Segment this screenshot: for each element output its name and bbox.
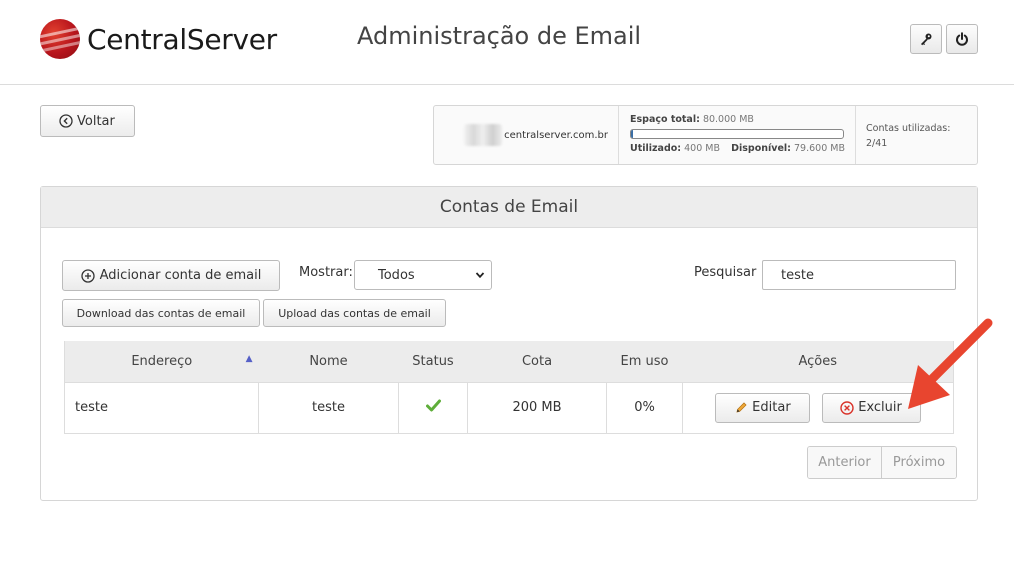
table-row: teste teste 200 MB 0% Editar Excluir — [64, 381, 954, 434]
usage-bar-fill — [631, 130, 633, 138]
used-value: 400 MB — [684, 143, 720, 154]
cell-address: teste — [64, 381, 259, 434]
edit-label: Editar — [752, 400, 791, 415]
used-space: Utilizado: 400 MB — [630, 143, 720, 154]
usage-summary: Utilizado: 400 MB Disponível: 79.600 MB — [630, 143, 845, 154]
chevron-down-icon — [475, 272, 485, 279]
free-value: 79.600 MB — [794, 143, 845, 154]
centralserver-logo[interactable]: CentralServer — [40, 19, 277, 59]
brand-name: CentralServer — [87, 22, 277, 56]
panel-title: Contas de Email — [41, 187, 977, 228]
key-icon — [921, 33, 932, 46]
accounts-used-value: 2/41 — [866, 138, 888, 149]
quota-space: Espaço total: 80.000 MB Utilizado: 400 M… — [619, 106, 856, 164]
sort-asc-icon: ▲ — [245, 354, 253, 364]
back-button[interactable]: Voltar — [40, 105, 135, 137]
page-title: Administração de Email — [357, 22, 642, 50]
cell-status — [398, 381, 468, 434]
chevron-left-circle-icon — [59, 114, 73, 128]
password-button[interactable] — [910, 24, 942, 54]
free-label: Disponível: — [731, 143, 791, 154]
accounts-used-label: Contas utilizadas: — [866, 123, 951, 134]
col-header-status[interactable]: Status — [398, 341, 468, 383]
col-header-usage[interactable]: Em uso — [606, 341, 683, 383]
back-label: Voltar — [77, 113, 115, 129]
accounts-table: Endereço ▲ Nome Status Cota Em uso Ações… — [64, 341, 954, 434]
domain-name: centralserver.com.br — [504, 129, 608, 141]
total-space-value: 80.000 MB — [702, 114, 754, 125]
col-header-actions: Ações — [682, 341, 954, 383]
email-accounts-panel: Contas de Email Adicionar conta de email… — [40, 186, 978, 501]
pencil-icon — [736, 402, 747, 413]
accounts-used: Contas utilizadas: 2/41 — [856, 106, 977, 164]
previous-page-button[interactable]: Anterior — [808, 447, 882, 478]
plus-circle-icon — [80, 268, 95, 283]
next-page-button[interactable]: Próximo — [882, 447, 956, 478]
quota-panel: centralserver.com.br Espaço total: 80.00… — [433, 105, 978, 165]
pagination: Anterior Próximo — [807, 446, 957, 479]
remove-circle-icon — [840, 400, 854, 415]
col-header-address[interactable]: Endereço ▲ — [64, 341, 259, 383]
quota-domain: centralserver.com.br — [434, 106, 619, 164]
search-input[interactable]: teste — [762, 260, 956, 290]
delete-label: Excluir — [858, 400, 902, 415]
download-accounts-button[interactable]: Download das contas de email — [62, 299, 260, 327]
cell-name: teste — [258, 381, 399, 434]
used-label: Utilizado: — [630, 143, 682, 154]
total-space-label: Espaço total: — [630, 114, 700, 125]
show-label: Mostrar: — [299, 265, 353, 280]
cell-quota: 200 MB — [467, 381, 607, 434]
logout-button[interactable] — [946, 24, 978, 54]
upload-accounts-button[interactable]: Upload das contas de email — [263, 299, 446, 327]
free-space: Disponível: 79.600 MB — [731, 143, 845, 154]
col-header-quota[interactable]: Cota — [467, 341, 607, 383]
redacted-blur — [464, 124, 503, 146]
usage-bar — [630, 129, 844, 139]
cell-usage: 0% — [606, 381, 683, 434]
add-account-button[interactable]: Adicionar conta de email — [62, 260, 280, 291]
show-filter-select[interactable]: Todos — [354, 260, 492, 290]
search-label: Pesquisar — [694, 265, 757, 280]
add-account-label: Adicionar conta de email — [99, 268, 262, 283]
search-value: teste — [781, 267, 814, 283]
page-header: CentralServer Administração de Email — [0, 0, 1014, 85]
col-address-label: Endereço — [131, 353, 193, 369]
delete-button[interactable]: Excluir — [821, 392, 921, 423]
show-filter-value: Todos — [378, 267, 415, 283]
cell-actions: Editar Excluir — [682, 381, 954, 434]
check-icon — [425, 399, 441, 412]
total-space: Espaço total: 80.000 MB — [630, 114, 845, 125]
col-header-name[interactable]: Nome — [258, 341, 399, 383]
power-icon — [956, 32, 968, 46]
table-header-row: Endereço ▲ Nome Status Cota Em uso Ações — [64, 341, 954, 383]
edit-button[interactable]: Editar — [715, 392, 811, 423]
logo-mark-icon — [40, 19, 80, 59]
